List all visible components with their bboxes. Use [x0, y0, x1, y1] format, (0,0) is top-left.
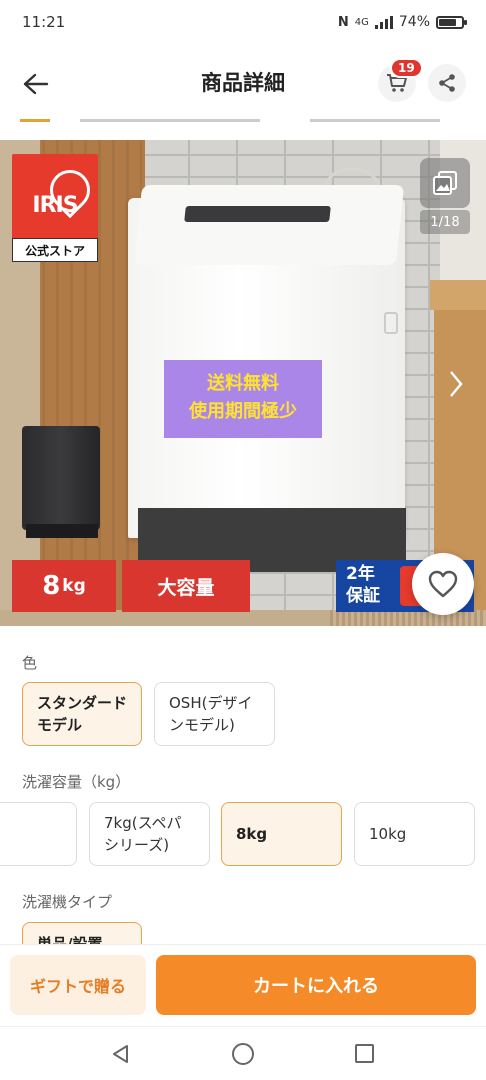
product-image-carousel[interactable]: IRIS 公式ストア 1/18 送料無料 使用期間極少 8 kg 大容量 2年 保… [0, 140, 486, 626]
chevron-right-icon [450, 371, 463, 397]
capacity-option-7kg[interactable]: 7kg(スペパシリーズ) [89, 802, 210, 866]
page-title: 商品詳細 [201, 71, 285, 95]
gift-button[interactable]: ギフトで贈る [10, 955, 146, 1015]
option-label: 10kg [369, 825, 407, 843]
black-washer-base [26, 524, 98, 538]
option-label: 7kg(スペパシリーズ) [104, 814, 182, 854]
promo-line-1: 送料無料 [207, 373, 279, 394]
brand-logo-text: IRIS [32, 192, 78, 218]
capacity-option-label: 洗濯容量（kg） [22, 773, 131, 791]
color-option-standard[interactable]: スタンダードモデル [22, 682, 142, 746]
washing-machine-lid [133, 185, 405, 265]
gallery-icon [433, 171, 457, 195]
option-label: スタンダードモデル [37, 694, 128, 734]
add-to-cart-button[interactable]: カートに入れる [156, 955, 476, 1015]
share-icon [439, 74, 455, 92]
nav-back-icon[interactable] [110, 1043, 132, 1065]
capacity-tag: 8 kg [12, 560, 116, 612]
capacity-tag-value: 8 [42, 571, 61, 601]
nav-recents-icon[interactable] [355, 1044, 374, 1063]
back-button[interactable] [18, 66, 54, 102]
scrolled-content-peek [20, 116, 466, 124]
nav-home-icon[interactable] [232, 1043, 254, 1065]
color-option-design[interactable]: OSH(デザインモデル) [154, 682, 275, 746]
capacity-option-10kg[interactable]: 10kg [354, 802, 475, 866]
battery-icon [436, 15, 467, 29]
official-store-badge: 公式ストア [12, 238, 98, 262]
signal-icon [374, 15, 393, 29]
washer-type-option-label: 洗濯機タイプ [22, 893, 113, 911]
capacity-option-8kg[interactable]: 8kg [221, 802, 342, 866]
heart-icon [428, 570, 458, 598]
gallery-button[interactable] [420, 158, 470, 208]
promo-line-2: 使用期間極少 [189, 401, 297, 422]
type-option-single[interactable]: 単品/設置 [22, 922, 142, 946]
bottom-action-bar: ギフトで贈る カートに入れる [0, 944, 486, 1026]
washing-machine-handle [384, 312, 398, 334]
status-bar: 11:21 N 4G 74% [0, 0, 486, 44]
status-time: 11:21 [22, 13, 66, 31]
image-page-counter: 1/18 [420, 210, 470, 234]
share-button[interactable] [428, 64, 466, 102]
large-capacity-tag: 大容量 [122, 560, 250, 612]
nfc-icon: N [337, 14, 349, 30]
app-header: 商品詳細 19 [0, 44, 486, 120]
next-image-button[interactable] [440, 364, 472, 404]
arrow-left-icon [23, 73, 49, 95]
status-icons: N 4G 74% [337, 14, 467, 30]
brand-logo: IRIS [12, 154, 99, 240]
favorite-button[interactable] [412, 553, 474, 615]
cart-count-badge: 19 [390, 58, 423, 78]
color-option-label: 色 [22, 654, 38, 672]
washing-machine-control-panel [184, 206, 331, 222]
background-shelf [430, 280, 486, 310]
promo-label: 送料無料 使用期間極少 [164, 360, 322, 438]
background-rug [330, 610, 486, 626]
system-nav-bar [0, 1026, 486, 1080]
option-label: 8kg [236, 825, 268, 843]
option-label: OSH(デザインモデル) [169, 694, 253, 734]
capacity-option-offscreen[interactable] [0, 802, 77, 866]
capacity-tag-unit: kg [62, 576, 86, 596]
black-washer-thumbnail [22, 426, 100, 530]
network-label: 4G [354, 16, 369, 28]
battery-percent: 74% [398, 14, 430, 30]
